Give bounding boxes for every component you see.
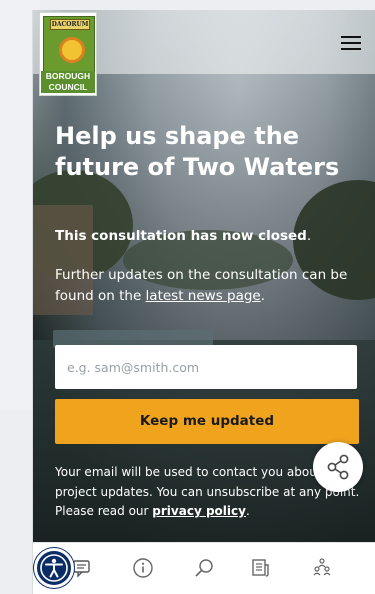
page-title: Help us shape the future of Two Waters [55,122,340,181]
logo-flower-emblem [59,37,85,63]
share-button[interactable] [313,442,363,492]
info-icon[interactable] [130,555,156,581]
news-icon[interactable] [248,555,274,581]
latest-news-link[interactable]: latest news page [146,288,261,304]
accessibility-icon [40,554,68,582]
closed-period: . [306,228,312,244]
logo-shield: DACORUM [43,16,95,72]
people-icon[interactable] [309,555,335,581]
logo-text-line1: BOROUGH [45,71,91,81]
logo-text: BOROUGH COUNCIL [41,71,95,93]
share-icon [327,454,349,480]
hamburger-menu-icon[interactable] [341,36,361,50]
bottom-navigation [33,542,375,594]
keep-me-updated-button[interactable]: Keep me updated [55,399,359,444]
logo-text-line2: COUNCIL [48,81,88,92]
closed-message: This consultation has now closed [55,228,307,244]
search-icon[interactable] [191,555,217,581]
email-input[interactable] [55,345,357,389]
accessibility-button[interactable] [34,548,74,588]
disclaimer-suffix: . [245,504,250,518]
privacy-policy-link[interactable]: privacy policy [152,504,246,518]
logo-banner: DACORUM [50,19,90,30]
app-frame: DACORUM BOROUGH COUNCIL Help us shape th… [32,10,375,594]
updates-suffix: . [260,288,266,304]
consultation-closed-text: This consultation has now closed. [55,228,365,244]
updates-paragraph: Further updates on the consultation can … [55,265,365,307]
council-logo[interactable]: DACORUM BOROUGH COUNCIL [39,12,97,96]
